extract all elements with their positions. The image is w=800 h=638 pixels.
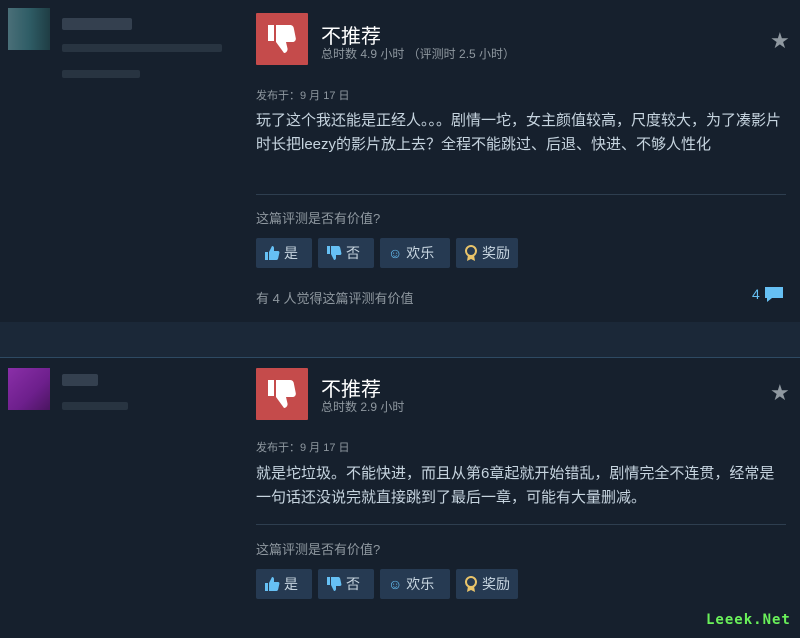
star-icon[interactable]: ★ bbox=[770, 30, 790, 52]
helpful-yes-label: 是 bbox=[284, 245, 298, 261]
thumbs-down-icon bbox=[268, 25, 296, 53]
watermark: Leeek.Net bbox=[706, 612, 791, 628]
smiley-icon: ☺ bbox=[388, 576, 403, 592]
username-blur[interactable] bbox=[62, 374, 98, 386]
comment-count: 4 bbox=[752, 286, 760, 302]
helpful-no-button[interactable]: 否 bbox=[318, 238, 374, 268]
funny-label: 欢乐 bbox=[406, 245, 435, 261]
smiley-icon: ☺ bbox=[388, 245, 403, 261]
helpful-yes-button[interactable]: 是 bbox=[256, 569, 312, 599]
thumbs-down-badge bbox=[256, 13, 308, 65]
thumbs-up-icon bbox=[264, 245, 280, 261]
divider bbox=[256, 524, 786, 525]
thumbs-down-icon bbox=[326, 245, 342, 261]
funny-button[interactable]: ☺ 欢乐 bbox=[380, 569, 450, 599]
thumbs-down-icon bbox=[268, 380, 296, 408]
review-text: 玩了这个我还能是正经人。。。剧情一坨，女主颜值较高，尺度较大，为了凑影片时长把l… bbox=[256, 112, 782, 153]
posted-date: 发布于：9 月 17 日 bbox=[256, 442, 350, 454]
award-label: 奖励 bbox=[482, 245, 510, 261]
award-icon bbox=[464, 245, 478, 261]
comment-count-link[interactable]: 4 bbox=[752, 285, 785, 303]
thumbs-down-badge bbox=[256, 368, 308, 420]
funny-label: 欢乐 bbox=[406, 576, 435, 592]
helpful-no-label: 否 bbox=[346, 576, 360, 592]
playtime-hours: 总时数 4.9 小时 （评测时 2.5 小时） bbox=[321, 47, 516, 61]
comment-icon bbox=[763, 285, 785, 303]
thumbs-down-icon bbox=[326, 576, 342, 592]
star-icon[interactable]: ★ bbox=[770, 382, 790, 404]
profile-info-blur bbox=[62, 44, 222, 52]
helpful-no-label: 否 bbox=[346, 245, 360, 261]
avatar[interactable] bbox=[8, 8, 50, 50]
review-separator bbox=[0, 322, 800, 356]
helpful-yes-label: 是 bbox=[284, 576, 298, 592]
username-blur[interactable] bbox=[62, 18, 132, 30]
posted-date: 发布于：9 月 17 日 bbox=[256, 90, 350, 102]
thumbs-up-icon bbox=[264, 576, 280, 592]
profile-info-blur bbox=[62, 402, 128, 410]
profile-info-blur bbox=[62, 70, 140, 78]
helpful-no-button[interactable]: 否 bbox=[318, 569, 374, 599]
funny-button[interactable]: ☺ 欢乐 bbox=[380, 238, 450, 268]
helpful-yes-button[interactable]: 是 bbox=[256, 238, 312, 268]
playtime-hours: 总时数 2.9 小时 bbox=[321, 400, 405, 414]
award-label: 奖励 bbox=[482, 576, 510, 592]
divider bbox=[256, 194, 786, 195]
helpful-question: 这篇评测是否有价值? bbox=[256, 542, 381, 557]
avatar[interactable] bbox=[8, 368, 50, 410]
helpful-question: 这篇评测是否有价值? bbox=[256, 211, 381, 226]
review-card: 不推荐 总时数 4.9 小时 （评测时 2.5 小时） ★ 发布于：9 月 17… bbox=[0, 0, 800, 322]
award-button[interactable]: 奖励 bbox=[456, 238, 518, 268]
review-text: 就是坨垃圾。不能快进，而且从第6章起就开始错乱，剧情完全不连贯，经常是一句话还没… bbox=[256, 465, 775, 506]
award-icon bbox=[464, 576, 478, 592]
review-card: 不推荐 总时数 2.9 小时 ★ 发布于：9 月 17 日 就是坨垃圾。不能快进… bbox=[0, 357, 800, 638]
helpful-count-text: 有 4 人觉得这篇评测有价值 bbox=[256, 291, 414, 306]
award-button[interactable]: 奖励 bbox=[456, 569, 518, 599]
